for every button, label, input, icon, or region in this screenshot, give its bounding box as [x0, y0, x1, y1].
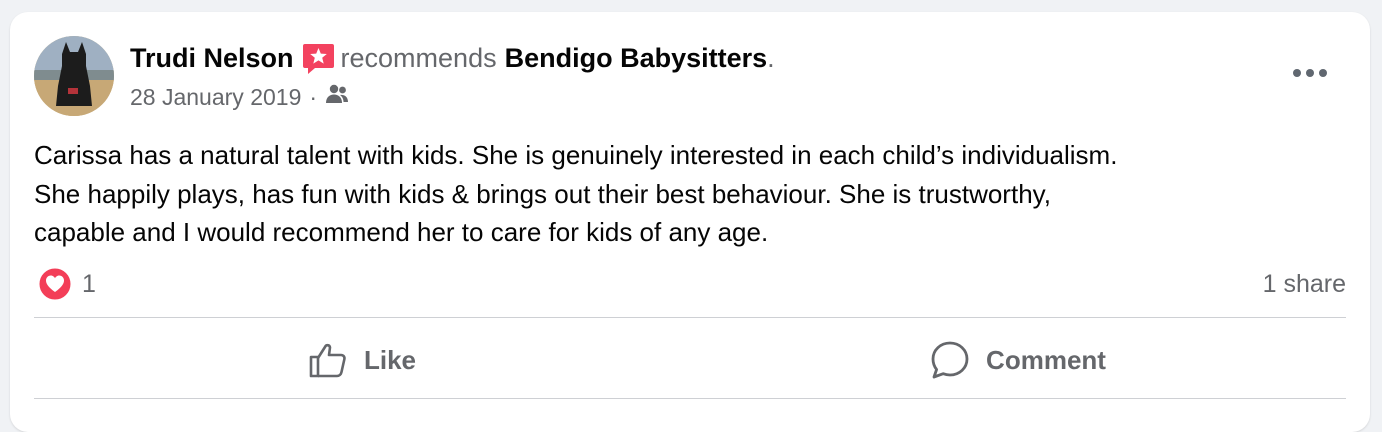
comment-label: Comment	[986, 344, 1106, 375]
divider	[34, 317, 1346, 318]
post-date[interactable]: 28 January 2019	[130, 84, 301, 111]
meta-separator: ·	[309, 83, 318, 110]
love-heart-icon	[38, 267, 72, 301]
post-body: Carissa has a natural talent with kids. …	[34, 136, 1354, 252]
share-count[interactable]: 1 share	[1263, 267, 1346, 301]
friends-icon[interactable]	[325, 83, 349, 111]
header-period: .	[767, 42, 775, 73]
recommendation-badge-icon	[302, 42, 335, 75]
post-card: Trudi Nelson recommends Bendigo Babysitt…	[10, 12, 1370, 432]
more-options-icon	[1293, 69, 1327, 77]
author-name[interactable]: Trudi Nelson	[130, 43, 294, 74]
divider	[34, 398, 1346, 399]
reaction-count: 1	[82, 269, 96, 298]
avatar[interactable]	[34, 36, 114, 116]
comment-button[interactable]: Comment	[690, 334, 1346, 386]
more-options-button[interactable]	[1286, 56, 1334, 90]
comment-icon	[931, 341, 969, 379]
recommends-text: recommends	[340, 42, 497, 73]
post-body-line: Carissa has a natural talent with kids. …	[34, 140, 1118, 170]
post-body-line: She happily plays, has fun with kids & b…	[34, 178, 1051, 209]
post-meta: 28 January 2019 ·	[130, 82, 349, 112]
page-name-link[interactable]: Bendigo Babysitters	[505, 43, 768, 74]
reactions-summary[interactable]: 1	[38, 267, 96, 301]
like-label: Like	[363, 344, 417, 375]
like-button[interactable]: Like	[34, 334, 690, 386]
post-body-line: capable and I would recommend her to car…	[34, 217, 769, 247]
thumbs-up-icon	[309, 343, 346, 378]
post-header: Trudi Nelson recommends Bendigo Babysitt…	[130, 40, 775, 76]
